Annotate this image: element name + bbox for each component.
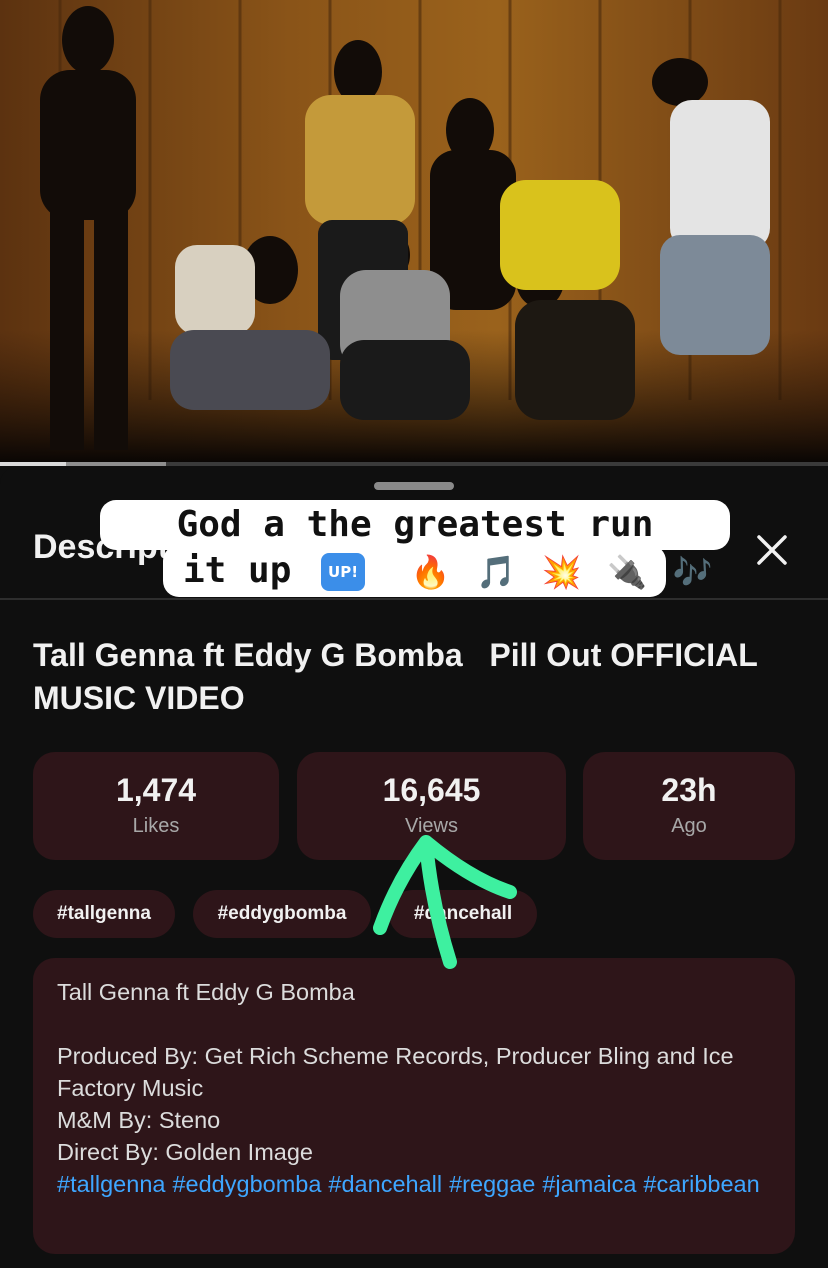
collision-icon: 💥 (541, 553, 582, 591)
fire-icon: 🔥 (410, 553, 451, 591)
music-note-icon: 🎵 (476, 553, 517, 591)
likes-count: 1,474 (115, 772, 197, 808)
upload-age: 23h (661, 772, 717, 808)
close-button[interactable] (750, 528, 794, 572)
drawn-arrow-annotation (373, 835, 517, 969)
close-icon (757, 535, 787, 565)
music-notes-icon: 🎶 (672, 553, 713, 591)
up-badge-emoji: UP! (321, 553, 366, 591)
caption-text: it up (183, 550, 292, 591)
hashtag-link[interactable]: #reggae (449, 1171, 535, 1197)
video-frame-image (0, 0, 828, 462)
likes-label: Likes (132, 815, 180, 837)
hashtag-link[interactable]: #dancehall (328, 1171, 442, 1197)
hashtag-link[interactable]: #caribbean (643, 1171, 759, 1197)
description-box: Tall Genna ft Eddy G Bomba Produced By: … (33, 958, 795, 1254)
drag-handle[interactable] (374, 482, 454, 490)
story-caption-line-2: it up UP! 🔥 🎵 💥 🔌 🎶 (163, 545, 713, 597)
hashtag-link[interactable]: #jamaica (542, 1171, 636, 1197)
stat-ago: 23h Ago (583, 752, 795, 860)
plug-icon: 🔌 (607, 553, 648, 591)
hashtag-link[interactable]: #tallgenna (57, 1171, 165, 1197)
description-line: Direct By: Golden Image (57, 1139, 313, 1165)
description-text: Tall Genna ft Eddy G Bomba Produced By: … (57, 976, 777, 1200)
hashtag-chip-eddygbomba[interactable]: #eddygbomba (193, 890, 371, 938)
video-player[interactable] (0, 0, 828, 462)
views-count: 16,645 (382, 772, 481, 808)
video-title: Tall Genna ft Eddy G Bomba Pill Out OFFI… (33, 637, 767, 716)
hashtag-chip-tallgenna[interactable]: #tallgenna (33, 890, 175, 938)
description-hashtags: #tallgenna #eddygbomba #dancehall #reggae #j… (57, 1168, 777, 1200)
story-caption-line-1: God a the greatest run (100, 500, 730, 550)
description-line: Produced By: Get Rich Scheme Records, Pr… (57, 1043, 734, 1101)
stat-likes: 1,474 Likes (33, 752, 279, 860)
upload-age-label: Ago (671, 815, 707, 837)
description-line: Tall Genna ft Eddy G Bomba (57, 979, 355, 1005)
description-line: M&M By: Steno (57, 1107, 221, 1133)
sheet-divider (0, 598, 828, 600)
hashtag-link[interactable]: #eddygbomba (172, 1171, 321, 1197)
